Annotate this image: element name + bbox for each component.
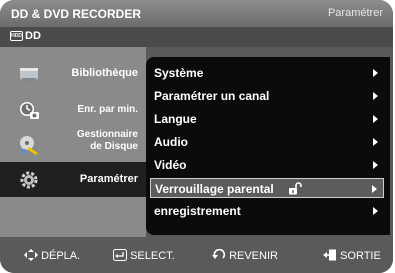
hint-exit-label: SORTIE	[340, 250, 381, 262]
key-guide-bar: DÉPLA. SELECT. REVENIR SORTIE	[0, 237, 393, 273]
hint-move-label: DÉPLA.	[41, 250, 81, 262]
menu-item-label: Audio	[154, 135, 188, 149]
sidebar-item-label-line2: de Disque	[90, 141, 138, 152]
hint-move: DÉPLA.	[24, 249, 80, 262]
page-title: Paramétrer	[327, 7, 383, 19]
hdd-icon: HDD	[10, 31, 23, 41]
menu-item-channel-setup[interactable]: Paramétrer un canal	[150, 86, 384, 106]
chevron-right-icon	[373, 69, 378, 77]
menu-item-audio[interactable]: Audio	[150, 132, 384, 152]
sidebar-item-timer-record[interactable]: Enr. par min.	[0, 92, 146, 127]
gear-icon	[20, 171, 38, 189]
sidebar-item-library[interactable]: Bibliothèque	[0, 56, 146, 91]
menu-item-parental-lock[interactable]: Verrouillage parental	[150, 178, 384, 198]
chevron-right-icon	[372, 185, 377, 193]
chevron-right-icon	[373, 207, 378, 215]
hint-exit: SORTIE	[323, 249, 381, 262]
sidebar-item-label: Gestionnaire de Disque	[77, 129, 138, 153]
unlock-icon	[289, 182, 302, 195]
hint-select: SELECT.	[113, 249, 175, 262]
return-icon	[212, 248, 226, 259]
menu-item-video[interactable]: Vidéo	[150, 155, 384, 175]
device-bar: HDD DD	[0, 27, 393, 47]
sidebar-item-label: Enr. par min.	[77, 104, 138, 115]
menu-item-language[interactable]: Langue	[150, 109, 384, 129]
hint-select-label: SELECT.	[130, 250, 175, 262]
exit-icon	[323, 249, 336, 261]
menu-item-label: Vidéo	[154, 158, 187, 172]
sidebar-item-label-line1: Gestionnaire	[76, 129, 138, 140]
move-arrows-icon	[24, 249, 38, 261]
menu-item-label: Verrouillage parental	[155, 182, 274, 196]
sidebar-item-label: Paramétrer	[79, 173, 138, 185]
osd-screen: DD & DVD RECORDER Paramétrer HDD DD Bibl…	[0, 0, 393, 273]
sidebar: Bibliothèque Enr. par min. Gestionnaire	[0, 47, 146, 237]
app-title: DD & DVD RECORDER	[11, 7, 142, 21]
enter-icon	[113, 249, 127, 261]
hint-back: REVENIR	[212, 248, 278, 262]
settings-menu-panel: Système Paramétrer un canal Langue Audio…	[146, 57, 390, 235]
sidebar-item-disc-manager[interactable]: Gestionnaire de Disque	[0, 127, 146, 162]
chevron-right-icon	[373, 115, 378, 123]
chevron-right-icon	[373, 138, 378, 146]
menu-item-label: Système	[154, 66, 204, 80]
sidebar-item-label: Bibliothèque	[71, 67, 138, 79]
hint-back-label: REVENIR	[229, 250, 278, 262]
menu-item-label: enregistrement	[154, 204, 241, 218]
menu-item-label: Langue	[154, 112, 197, 126]
chevron-right-icon	[373, 92, 378, 100]
device-label: DD	[25, 30, 41, 42]
timer-record-icon	[20, 102, 39, 119]
menu-item-recording[interactable]: enregistrement	[150, 201, 384, 221]
library-icon	[20, 68, 38, 81]
menu-item-label: Paramétrer un canal	[154, 89, 270, 103]
sidebar-item-settings[interactable]: Paramétrer	[0, 162, 146, 197]
chevron-right-icon	[373, 161, 378, 169]
disc-manager-icon	[20, 136, 38, 155]
title-bar: DD & DVD RECORDER Paramétrer	[0, 0, 393, 27]
menu-item-system[interactable]: Système	[150, 63, 384, 83]
